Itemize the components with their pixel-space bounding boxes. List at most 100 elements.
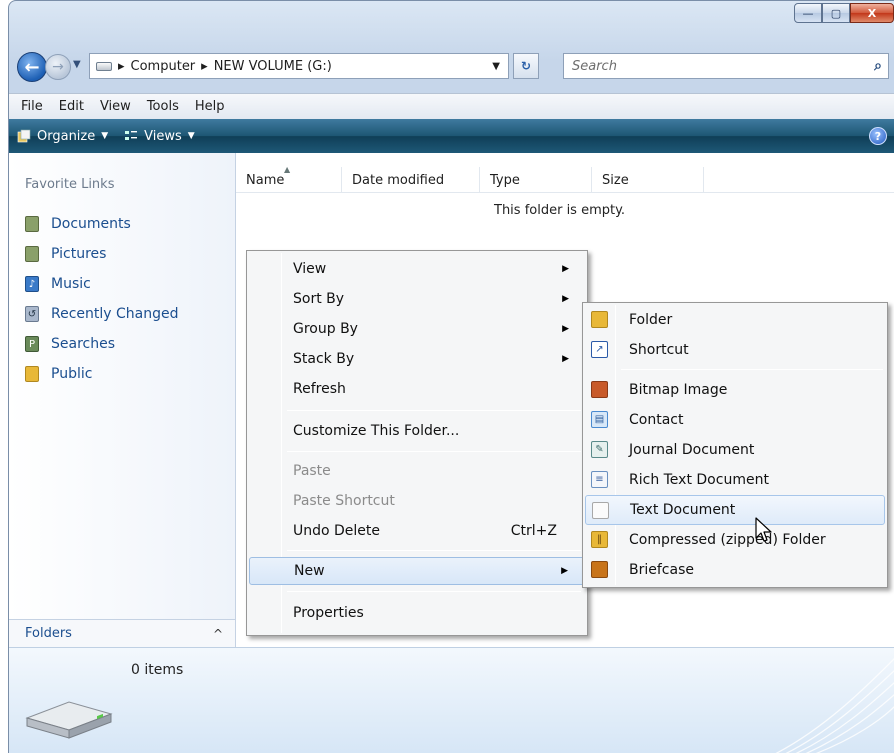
menu-item-label: Shortcut: [629, 342, 689, 358]
context-menu-paste: Paste: [249, 457, 585, 485]
organize-icon: [17, 129, 31, 143]
briefcase-icon: [591, 561, 608, 578]
column-date-modified[interactable]: Date modified: [342, 167, 480, 193]
favorite-link-searches[interactable]: P Searches: [25, 329, 179, 359]
menu-view[interactable]: View: [92, 99, 139, 114]
column-name-label: Name: [246, 172, 285, 188]
menu-separator: [287, 451, 581, 452]
menu-item-label: Refresh: [293, 381, 346, 397]
favorite-link-recently-changed[interactable]: ↺ Recently Changed: [25, 299, 179, 329]
menu-item-label: Stack By: [293, 351, 355, 367]
new-folder-item[interactable]: Folder: [585, 305, 885, 335]
shortcut-key: Ctrl+Z: [510, 523, 557, 539]
context-menu: View ▶ Sort By ▶ Group By ▶ Stack By ▶ R…: [246, 250, 588, 636]
breadcrumb-volume[interactable]: NEW VOLUME (G:): [214, 59, 332, 74]
column-headers: Name ▲ Date modified Type Size: [236, 165, 894, 193]
column-type[interactable]: Type: [480, 167, 592, 193]
close-button[interactable]: X: [850, 3, 894, 23]
breadcrumb-separator: ▸: [118, 58, 125, 74]
new-journal-document-item[interactable]: ✎ Journal Document: [585, 435, 885, 465]
help-button[interactable]: ?: [869, 127, 887, 145]
context-menu-sort-by[interactable]: Sort By ▶: [249, 285, 585, 313]
organize-label: Organize: [37, 128, 96, 144]
new-shortcut-item[interactable]: ↗ Shortcut: [585, 335, 885, 365]
context-menu-refresh[interactable]: Refresh: [249, 375, 585, 403]
context-menu-customize-folder[interactable]: Customize This Folder...: [249, 417, 585, 445]
menu-file[interactable]: File: [13, 99, 51, 114]
menu-item-label: Properties: [293, 605, 364, 621]
menu-item-label: Folder: [629, 312, 673, 328]
column-name[interactable]: Name ▲: [236, 165, 342, 193]
menu-item-label: Compressed (zipped) Folder: [629, 532, 826, 548]
address-row: ← → ▼ ▸ Computer ▸ NEW VOLUME (G:) ▼ ↻ S…: [9, 49, 894, 85]
favorite-link-label: Pictures: [51, 246, 107, 262]
title-bar-controls: — ▢ X: [794, 3, 894, 25]
favorite-link-label: Music: [51, 276, 91, 292]
submenu-arrow-icon: ▶: [561, 566, 568, 576]
breadcrumb-separator: ▸: [201, 58, 208, 74]
address-dropdown-icon[interactable]: ▼: [492, 61, 500, 72]
menu-tools[interactable]: Tools: [139, 99, 187, 114]
context-menu-properties[interactable]: Properties: [249, 599, 585, 627]
text-document-icon: [592, 502, 609, 519]
details-pane: 0 items: [9, 647, 894, 753]
new-bitmap-image-item[interactable]: Bitmap Image: [585, 375, 885, 405]
views-label: Views: [144, 128, 182, 144]
organize-button[interactable]: Organize ▼: [17, 129, 108, 144]
menu-item-label: New: [294, 563, 325, 579]
menu-item-label: Bitmap Image: [629, 382, 728, 398]
favorite-link-label: Recently Changed: [51, 306, 179, 322]
column-size[interactable]: Size: [592, 167, 704, 193]
shortcut-icon: ↗: [591, 341, 608, 358]
new-contact-item[interactable]: ▤ Contact: [585, 405, 885, 435]
back-button[interactable]: ←: [17, 52, 47, 82]
new-text-document-item[interactable]: Text Document: [585, 495, 885, 525]
favorite-links-list: Documents Pictures ♪ Music ↺ Recently Ch…: [25, 209, 179, 389]
recent-pages-dropdown[interactable]: ▼: [73, 59, 81, 70]
pictures-icon: [25, 246, 39, 262]
new-rich-text-document-item[interactable]: ≡ Rich Text Document: [585, 465, 885, 495]
context-menu-new[interactable]: New ▶: [249, 557, 585, 585]
forward-button[interactable]: →: [45, 54, 71, 80]
menu-item-label: Text Document: [630, 502, 736, 518]
views-button[interactable]: Views ▼: [124, 129, 195, 144]
address-bar[interactable]: ▸ Computer ▸ NEW VOLUME (G:) ▼: [89, 53, 509, 79]
journal-icon: ✎: [591, 441, 608, 458]
favorite-link-label: Documents: [51, 216, 131, 232]
search-placeholder: Search: [572, 58, 617, 74]
navigation-pane: Favorite Links Documents Pictures ♪ Musi…: [9, 153, 236, 619]
chevron-down-icon: ▼: [187, 131, 195, 141]
new-briefcase-item[interactable]: Briefcase: [585, 555, 885, 585]
menu-item-label: Contact: [629, 412, 684, 428]
favorite-link-pictures[interactable]: Pictures: [25, 239, 179, 269]
search-input[interactable]: Search ⌕: [563, 53, 889, 79]
context-menu-view[interactable]: View ▶: [249, 255, 585, 283]
maximize-button[interactable]: ▢: [822, 3, 850, 23]
folders-label: Folders: [25, 626, 72, 641]
favorite-link-music[interactable]: ♪ Music: [25, 269, 179, 299]
searches-icon: P: [25, 336, 39, 352]
minimize-button[interactable]: —: [794, 3, 822, 23]
drive-icon: [96, 61, 112, 71]
search-icon[interactable]: ⌕: [874, 58, 882, 74]
menu-help[interactable]: Help: [187, 99, 233, 114]
context-menu-undo-delete[interactable]: Undo Delete Ctrl+Z: [249, 517, 585, 545]
hard-drive-icon: [25, 701, 113, 739]
decorative-swoosh: [775, 658, 894, 753]
menu-edit[interactable]: Edit: [51, 99, 92, 114]
views-icon: [125, 131, 138, 140]
refresh-button[interactable]: ↻: [513, 53, 539, 79]
folder-icon: [591, 311, 608, 328]
favorite-link-documents[interactable]: Documents: [25, 209, 179, 239]
submenu-arrow-icon: ▶: [562, 354, 569, 364]
context-menu-stack-by[interactable]: Stack By ▶: [249, 345, 585, 373]
new-compressed-folder-item[interactable]: ‖ Compressed (zipped) Folder: [585, 525, 885, 555]
folders-toggle[interactable]: Folders ^: [9, 619, 236, 647]
breadcrumb-computer[interactable]: Computer: [131, 59, 196, 74]
favorite-link-public[interactable]: Public: [25, 359, 179, 389]
chevron-down-icon: ▼: [101, 131, 109, 141]
context-menu-paste-shortcut: Paste Shortcut: [249, 487, 585, 515]
context-menu-group-by[interactable]: Group By ▶: [249, 315, 585, 343]
menu-item-label: Undo Delete: [293, 523, 381, 539]
column-size-label: Size: [602, 172, 629, 188]
